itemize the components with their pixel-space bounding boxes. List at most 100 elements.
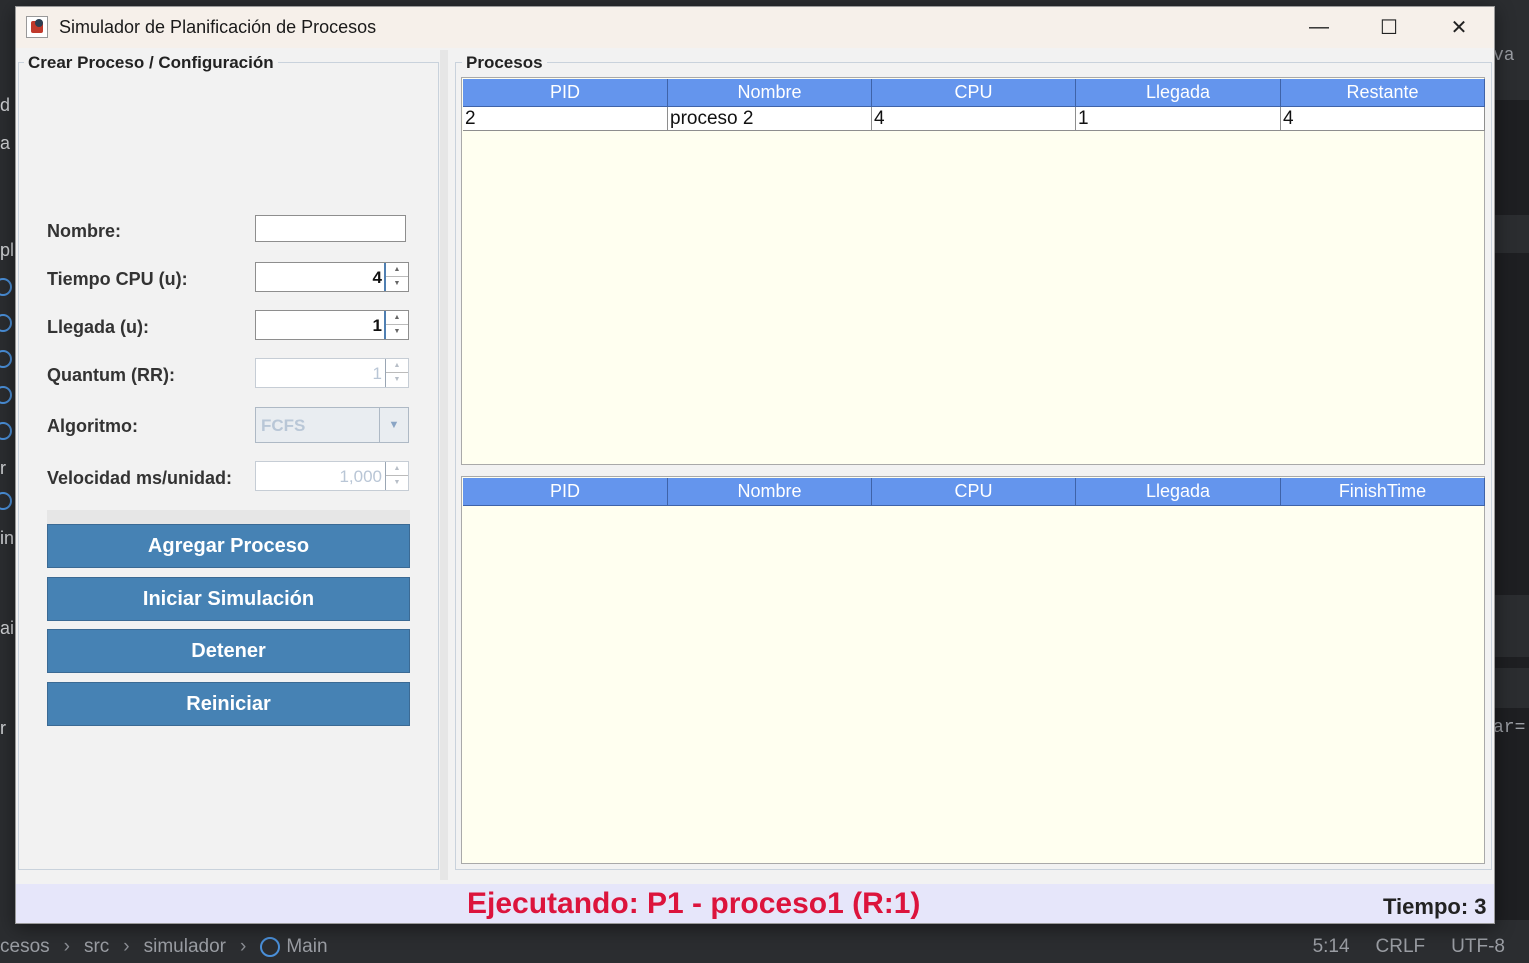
ide-status-right: 5:14 CRLF UTF-8 <box>1313 936 1505 958</box>
spinner-arrows[interactable]: ▲ ▼ <box>385 359 408 387</box>
ide-right-fragment: ar=! <box>1493 718 1529 738</box>
spinner-arrows[interactable]: ▲ ▼ <box>384 311 408 339</box>
ide-left-fragment: ai <box>0 618 15 638</box>
column-header-llegada[interactable]: Llegada <box>1076 79 1281 107</box>
processes-group-title: Procesos <box>462 53 547 73</box>
reiniciar-button[interactable]: Reiniciar <box>47 682 410 726</box>
line-separator[interactable]: CRLF <box>1376 936 1426 958</box>
tiempo-cpu-value: 4 <box>372 268 382 287</box>
chevron-right-icon: › <box>63 936 70 957</box>
ide-right-band <box>1493 668 1529 708</box>
column-header-pid[interactable]: PID <box>463 79 668 107</box>
java-app-icon <box>26 16 48 38</box>
title-bar[interactable]: Simulador de Planificación de Procesos —… <box>16 7 1494 48</box>
breadcrumb: cesos › src › simulador › Main <box>0 936 328 958</box>
velocidad-label: Velocidad ms/unidad: <box>47 468 233 488</box>
ide-status-bar: cesos › src › simulador › Main 5:14 CRLF… <box>0 928 1529 963</box>
cell-pid[interactable]: 2 <box>463 107 668 131</box>
column-header-restante[interactable]: Restante <box>1281 79 1485 107</box>
iniciar-simulacion-button[interactable]: Iniciar Simulación <box>47 577 410 621</box>
velocidad-spinner[interactable]: 1,000 ▲ ▼ <box>255 461 409 491</box>
column-header-cpu[interactable]: CPU <box>872 79 1076 107</box>
split-pane-divider[interactable] <box>440 50 448 880</box>
quantum-label: Quantum (RR): <box>47 365 175 385</box>
column-header-cpu[interactable]: CPU <box>872 478 1076 506</box>
ide-left-fragment: r <box>0 458 6 478</box>
spinner-down-icon[interactable]: ▼ <box>386 277 408 290</box>
cell-llegada[interactable]: 1 <box>1076 107 1281 131</box>
maximize-button[interactable]: ☐ <box>1354 7 1424 48</box>
ide-left-fragment: pl <box>0 240 15 260</box>
ide-left-fragment: in <box>0 528 15 548</box>
interface-icon[interactable] <box>0 278 12 296</box>
minimize-button[interactable]: — <box>1284 7 1354 48</box>
chevron-right-icon: › <box>123 936 130 957</box>
config-group-title: Crear Proceso / Configuración <box>24 53 278 73</box>
ide-left-fragment: r <box>0 718 6 738</box>
running-process-status: Ejecutando: P1 - proceso1 (R:1) <box>467 887 921 920</box>
breadcrumb-item-main[interactable]: Main <box>260 936 328 958</box>
finished-table-header: PID Nombre CPU Llegada FinishTime <box>463 478 1485 506</box>
finished-processes-table[interactable]: PID Nombre CPU Llegada FinishTime <box>461 476 1485 864</box>
quantum-spinner[interactable]: 1 ▲ ▼ <box>255 358 409 388</box>
process-queue-table[interactable]: PID Nombre CPU Llegada Restante 2 proces… <box>461 77 1485 465</box>
spinner-down-icon[interactable]: ▼ <box>386 373 408 386</box>
ide-left-fragment: d <box>0 95 11 115</box>
breadcrumb-item[interactable]: src <box>84 936 109 958</box>
ide-right-band <box>1493 215 1529 253</box>
cell-nombre[interactable]: proceso 2 <box>668 107 872 131</box>
chevron-right-icon: › <box>240 936 247 957</box>
agregar-proceso-button[interactable]: Agregar Proceso <box>47 524 410 568</box>
spinner-down-icon[interactable]: ▼ <box>386 476 408 489</box>
spinner-up-icon[interactable]: ▲ <box>386 311 408 325</box>
cursor-position[interactable]: 5:14 <box>1313 936 1350 958</box>
breadcrumb-item[interactable]: simulador <box>144 936 226 958</box>
ide-right-panel: va ar=! <box>1493 40 1529 920</box>
file-encoding[interactable]: UTF-8 <box>1451 936 1505 958</box>
ide-left-gutter: d a pl r in ai r <box>0 40 15 920</box>
spinner-arrows[interactable]: ▲ ▼ <box>385 462 408 490</box>
ide-left-fragment: a <box>0 133 11 153</box>
simulator-window: Simulador de Planificación de Procesos —… <box>15 6 1495 924</box>
spinner-arrows[interactable]: ▲ ▼ <box>384 263 408 291</box>
quantum-value: 1 <box>372 364 382 383</box>
class-icon <box>260 936 281 957</box>
llegada-spinner[interactable]: 1 ▲ ▼ <box>255 310 409 340</box>
column-header-nombre[interactable]: Nombre <box>668 79 872 107</box>
algoritmo-select[interactable]: FCFS ▼ <box>255 407 409 443</box>
nombre-input[interactable] <box>255 215 406 242</box>
velocidad-value: 1,000 <box>339 467 382 486</box>
chevron-down-icon[interactable]: ▼ <box>379 408 408 442</box>
ide-right-fragment: va <box>1493 46 1515 66</box>
class-icon[interactable] <box>0 314 12 332</box>
tiempo-cpu-spinner[interactable]: 4 ▲ ▼ <box>255 262 409 292</box>
window-title: Simulador de Planificación de Procesos <box>59 17 377 37</box>
breadcrumb-label: Main <box>286 936 328 957</box>
tiempo-cpu-label: Tiempo CPU (u): <box>47 269 188 289</box>
cell-restante[interactable]: 4 <box>1281 107 1485 131</box>
class-icon[interactable] <box>0 422 12 440</box>
llegada-label: Llegada (u): <box>47 317 149 337</box>
column-header-llegada[interactable]: Llegada <box>1076 478 1281 506</box>
column-header-finishtime[interactable]: FinishTime <box>1281 478 1485 506</box>
queue-table-header: PID Nombre CPU Llegada Restante <box>463 79 1485 107</box>
button-separator <box>47 510 410 524</box>
cell-cpu[interactable]: 4 <box>872 107 1076 131</box>
column-header-pid[interactable]: PID <box>463 478 668 506</box>
column-header-nombre[interactable]: Nombre <box>668 478 872 506</box>
ide-right-band <box>1493 595 1529 657</box>
spinner-up-icon[interactable]: ▲ <box>386 359 408 373</box>
spinner-up-icon[interactable]: ▲ <box>386 462 408 476</box>
llegada-value: 1 <box>372 316 382 335</box>
spinner-down-icon[interactable]: ▼ <box>386 325 408 338</box>
close-button[interactable]: ✕ <box>1424 7 1494 48</box>
status-bar: Ejecutando: P1 - proceso1 (R:1) Tiempo: … <box>16 884 1494 923</box>
detener-button[interactable]: Detener <box>47 629 410 673</box>
class-icon[interactable] <box>0 386 12 404</box>
algoritmo-value: FCFS <box>261 416 306 435</box>
spinner-up-icon[interactable]: ▲ <box>386 263 408 277</box>
breadcrumb-item[interactable]: cesos <box>0 936 50 958</box>
class-icon[interactable] <box>0 492 12 510</box>
class-icon[interactable] <box>0 350 12 368</box>
table-row[interactable]: 2 proceso 2 4 1 4 <box>463 107 1485 131</box>
